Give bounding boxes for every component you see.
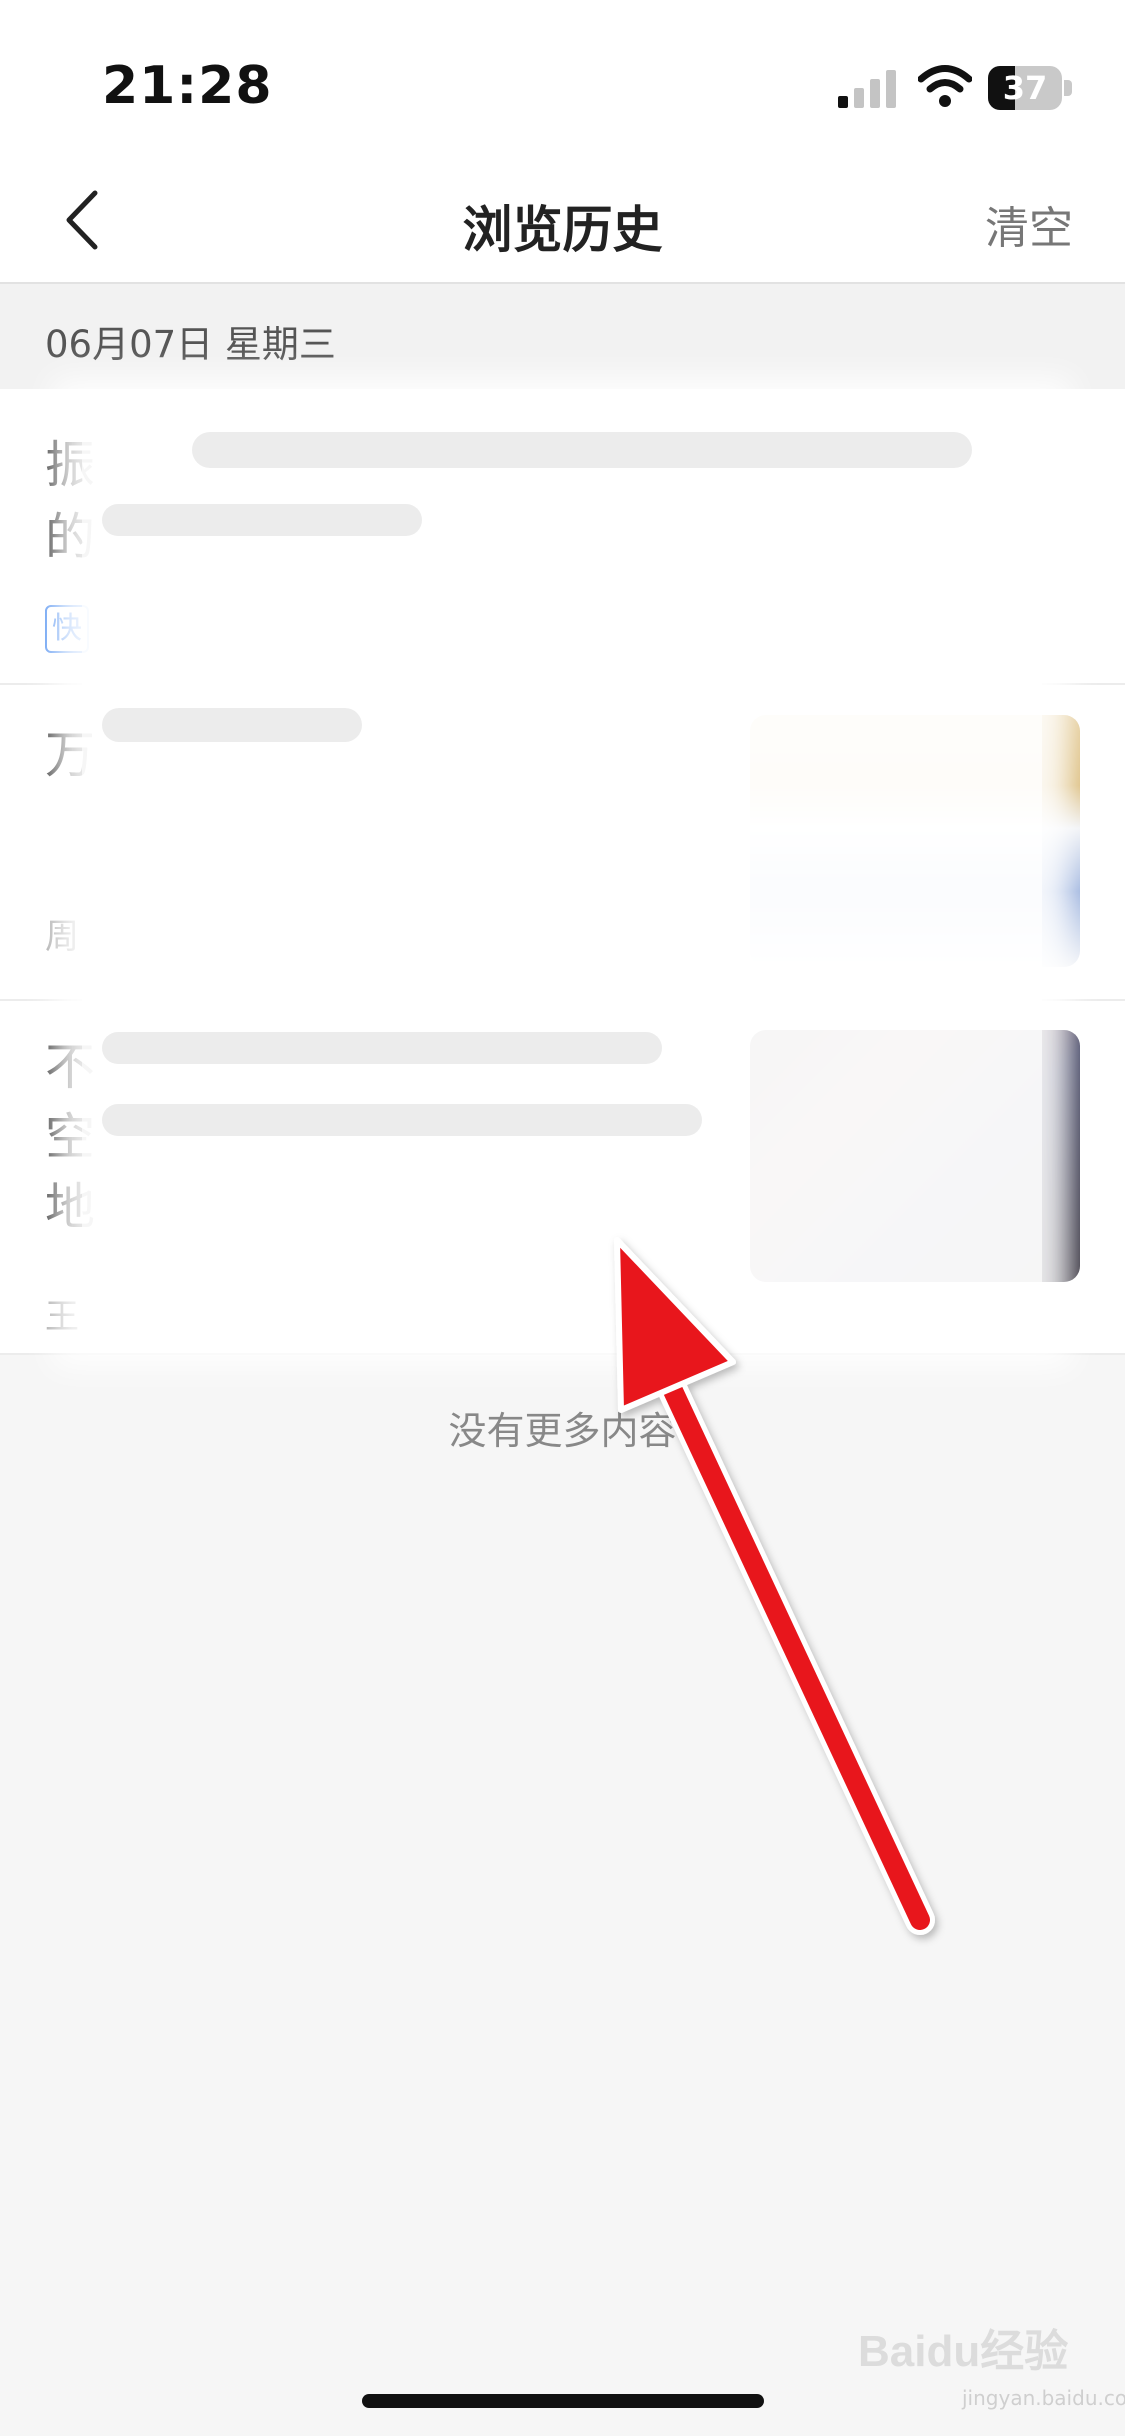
clear-button[interactable]: 清空 — [985, 192, 1073, 256]
page-title: 浏览历史 — [462, 201, 663, 259]
watermark-url: jingyan.baidu.com — [962, 2386, 1125, 2410]
no-more-content-text: 没有更多内容 — [448, 1409, 677, 1453]
nav-bar: 浏览历史 清空 — [0, 160, 1125, 284]
svg-text:Baidu经验: Baidu经验 — [858, 2327, 1068, 2376]
date-label: 06月07日 星期三 — [45, 323, 336, 366]
status-time: 21:28 — [102, 56, 273, 116]
battery-icon: 37 — [988, 66, 1072, 110]
baidu-watermark-logo: Baidu经验 — [858, 2327, 1068, 2376]
item-meta: 周 — [45, 917, 79, 957]
privacy-blur-overlay — [82, 408, 1042, 1338]
date-header: 06月07日 星期三 — [0, 284, 1125, 389]
status-bar: 21:28 37 — [0, 0, 1125, 160]
wifi-icon — [918, 65, 972, 107]
cellular-signal-icon — [838, 70, 896, 108]
home-indicator — [362, 2394, 764, 2408]
item-meta: 王 — [45, 1297, 79, 1337]
battery-level: 37 — [1002, 69, 1048, 107]
